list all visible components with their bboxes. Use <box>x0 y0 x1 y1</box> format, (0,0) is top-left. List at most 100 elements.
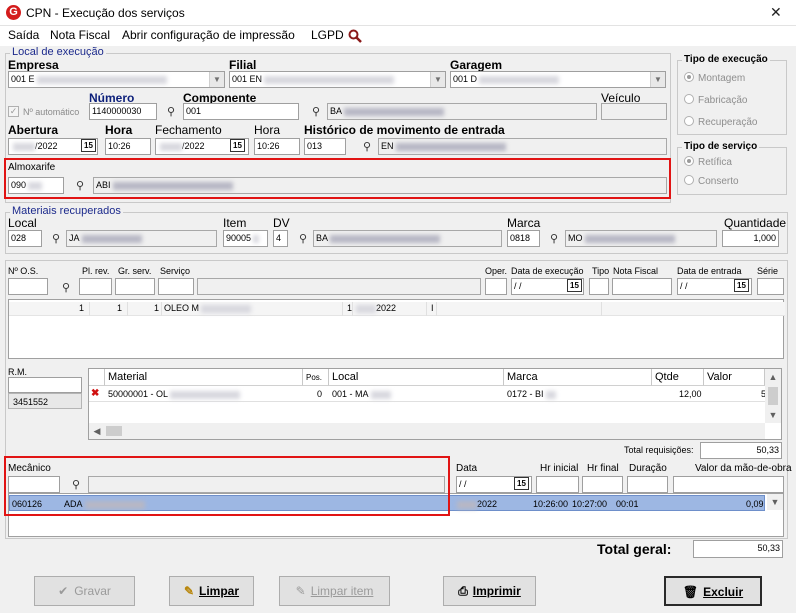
os-cell-numero: 1 <box>79 303 85 313</box>
os-nota-fiscal-input[interactable] <box>612 278 672 295</box>
fechamento-label: Fechamento <box>155 123 222 137</box>
os-header-oper: Oper. <box>485 266 508 276</box>
binoculars-icon[interactable]: ⚲ <box>48 232 64 246</box>
empresa-select[interactable]: 001 E ▼ <box>8 71 225 88</box>
calendar-icon[interactable]: 15 <box>81 139 96 152</box>
mec-hr-inicial-input[interactable] <box>536 476 579 493</box>
scroll-down-icon[interactable]: ▼ <box>767 494 783 510</box>
os-servico-input[interactable] <box>158 278 194 295</box>
table-row[interactable]: ✖ 50000001 - OL 0 001 - MA 0172 - BI 12,… <box>89 387 766 402</box>
menu-lgpd[interactable]: LGPD <box>311 28 344 42</box>
mat-item-input[interactable]: 90005 <box>223 230 268 247</box>
mat-local-code-input[interactable]: 028 <box>8 230 42 247</box>
mec-header-duracao: Duração <box>629 463 667 474</box>
radio-conserto[interactable]: Conserto <box>684 175 739 187</box>
delete-row-icon[interactable]: ✖ <box>91 388 99 399</box>
chevron-down-icon[interactable]: ▼ <box>430 72 445 87</box>
mec-header-hr-inicial: Hr inicial <box>540 463 579 474</box>
menu-bar: Saída Nota Fiscal Abrir configuração de … <box>0 26 796 46</box>
mat-local-desc: JA <box>66 230 217 247</box>
mec-cell-duracao: 00:01 <box>616 499 639 509</box>
mat-col-valor[interactable]: Valor <box>704 369 765 386</box>
os-serie-input[interactable] <box>757 278 784 295</box>
limpar-item-button[interactable]: ✎ Limpar item <box>279 576 390 606</box>
auto-number-checkbox[interactable]: ✓ <box>8 106 19 117</box>
scroll-up-icon[interactable]: ▲ <box>765 369 781 385</box>
imprimir-button[interactable]: ⎙ Imprimir <box>443 576 536 606</box>
mat-col-qtde[interactable]: Qtde <box>652 369 704 386</box>
mat-col-marca[interactable]: Marca <box>504 369 652 386</box>
os-header-numero: Nº O.S. <box>8 266 39 276</box>
rm-label: R.M. <box>8 367 27 377</box>
os-numero-input[interactable] <box>8 278 48 295</box>
mec-valor-input[interactable] <box>673 476 784 493</box>
historico-code-input[interactable]: 013 <box>304 138 346 155</box>
binoculars-icon[interactable]: ⚲ <box>308 105 324 119</box>
calendar-icon[interactable]: 15 <box>514 477 529 490</box>
chevron-down-icon[interactable]: ▼ <box>650 72 665 87</box>
trash-icon: 🗑 <box>682 585 699 599</box>
os-list-grid[interactable]: 1 1 1 OLEO M 1 2022 I <box>8 299 785 359</box>
os-tipo-input[interactable] <box>589 278 609 295</box>
hora-fechamento-input[interactable]: 10:26 <box>254 138 300 155</box>
mat-quantidade-input[interactable]: 1,000 <box>722 230 779 247</box>
rm-input[interactable] <box>8 377 82 393</box>
rm-list-item[interactable]: 3451552 <box>8 393 82 409</box>
mec-duracao-input[interactable] <box>627 476 668 493</box>
total-geral-label: Total geral: <box>597 541 672 557</box>
brush-icon: ✎ <box>295 584 306 598</box>
binoculars-icon[interactable]: ⚲ <box>58 281 74 295</box>
materials-vscrollbar[interactable]: ▲ ▼ <box>765 369 781 423</box>
close-icon[interactable]: ✕ <box>770 4 782 21</box>
os-header-gr-serv: Gr. serv. <box>118 266 152 276</box>
calendar-icon[interactable]: 15 <box>230 139 245 152</box>
excluir-button[interactable]: 🗑 Excluir <box>664 576 762 606</box>
mec-hr-final-input[interactable] <box>582 476 623 493</box>
search-icon[interactable] <box>348 29 362 43</box>
mat-col-local[interactable]: Local <box>329 369 504 386</box>
radio-fabricacao[interactable]: Fabricação <box>684 94 747 106</box>
mat-col-material[interactable]: Material <box>105 369 303 386</box>
mat-marca-code-input[interactable]: 0818 <box>507 230 540 247</box>
menu-saida[interactable]: Saída <box>8 28 39 42</box>
app-logo-icon: G <box>6 5 21 20</box>
os-gr-serv-input[interactable] <box>115 278 155 295</box>
gravar-button[interactable]: ✔ Gravar <box>34 576 135 606</box>
mat-dv-input[interactable]: 4 <box>273 230 288 247</box>
chevron-down-icon[interactable]: ▼ <box>209 72 224 87</box>
mat-cell-qtde: 12,00 <box>679 389 702 399</box>
os-header-tipo: Tipo <box>592 266 610 276</box>
binoculars-icon[interactable]: ⚲ <box>546 232 562 246</box>
os-pl-rev-input[interactable] <box>79 278 112 295</box>
table-row[interactable]: 1 1 1 OLEO M 1 2022 I <box>9 302 785 316</box>
garagem-select[interactable]: 001 D ▼ <box>450 71 666 88</box>
os-oper-input[interactable] <box>485 278 507 295</box>
printer-icon: ⎙ <box>458 584 468 598</box>
calendar-icon[interactable]: 15 <box>734 279 749 292</box>
filial-select[interactable]: 001 EN ▼ <box>229 71 446 88</box>
historico-label: Histórico de movimento de entrada <box>304 123 505 137</box>
materials-hscrollbar[interactable]: ◀ <box>89 423 765 439</box>
scroll-left-icon[interactable]: ◀ <box>89 423 105 439</box>
binoculars-icon[interactable]: ⚲ <box>163 105 179 119</box>
hora-abertura-input[interactable]: 10:26 <box>105 138 151 155</box>
radio-retifica[interactable]: Retífica <box>684 156 732 168</box>
radio-recuperacao[interactable]: Recuperação <box>684 116 757 128</box>
mat-dv-label: DV <box>273 216 290 230</box>
mat-col-pos[interactable]: Pos. <box>303 369 329 386</box>
numero-input[interactable]: 1140000030 <box>89 103 157 120</box>
limpar-button[interactable]: ✎ Limpar <box>169 576 254 606</box>
calendar-icon[interactable]: 15 <box>567 279 582 292</box>
scroll-thumb[interactable] <box>106 426 122 436</box>
scroll-down-icon[interactable]: ▼ <box>765 407 781 423</box>
binoculars-icon[interactable]: ⚲ <box>295 232 311 246</box>
window-title: CPN - Execução dos serviços <box>26 6 185 20</box>
scroll-thumb[interactable] <box>768 387 778 405</box>
hora-abertura-label: Hora <box>105 123 133 137</box>
menu-nota-fiscal[interactable]: Nota Fiscal <box>50 28 110 42</box>
binoculars-icon[interactable]: ⚲ <box>359 140 375 154</box>
menu-abrir-config-impressao[interactable]: Abrir configuração de impressão <box>122 28 295 42</box>
componente-code-input[interactable]: 001 <box>183 103 299 120</box>
radio-montagem[interactable]: Montagem <box>684 72 745 84</box>
os-header-pl-rev: Pl. rev. <box>82 266 110 276</box>
